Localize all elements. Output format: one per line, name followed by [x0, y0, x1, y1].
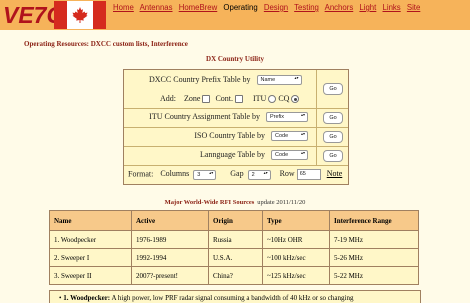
- site-header: VE7CA Home Antennas HomeBrew Operating D…: [0, 0, 470, 30]
- itu-radio[interactable]: [268, 95, 277, 104]
- nav-link-light[interactable]: Light: [359, 3, 376, 12]
- nav-link-site[interactable]: Site: [407, 3, 420, 12]
- main-nav: Home Antennas HomeBrew Operating Design …: [113, 3, 424, 12]
- zone-label: Zone: [184, 94, 201, 103]
- rfi-section-title: Major World-Wide RFI Sources update 2011/…: [0, 199, 470, 206]
- table-row: 2. Sweeper I 1992-1994 U.S.A. ~100 kHz/s…: [49, 248, 419, 267]
- cell-active: 2007?-present!: [131, 266, 209, 285]
- itu-sort-select[interactable]: Prefix: [266, 112, 308, 123]
- cell-origin: China?: [208, 266, 263, 285]
- nav-link-antennas[interactable]: Antennas: [140, 3, 173, 12]
- cell-range: 7-19 MHz: [329, 230, 419, 249]
- dx-country-utility-form: DXCC Country Prefix Table by Name Add: Z…: [123, 69, 349, 185]
- canada-flag-image: [54, 1, 106, 29]
- nav-link-home[interactable]: Home: [113, 3, 134, 12]
- cq-radio[interactable]: [291, 95, 300, 104]
- row-label: Row: [279, 169, 295, 179]
- nav-link-homebrew[interactable]: HomeBrew: [179, 3, 218, 12]
- language-table-label: Lannguage Table by: [199, 150, 265, 159]
- columns-label: Columns: [160, 169, 190, 179]
- nav-link-testing[interactable]: Testing: [294, 3, 319, 12]
- prefix-go-button[interactable]: Go: [323, 83, 343, 95]
- zone-checkbox[interactable]: [202, 95, 211, 104]
- nav-link-design[interactable]: Design: [264, 3, 288, 12]
- language-table-row: Lannguage Table by Code Go: [124, 146, 348, 166]
- cell-type: ~10Hz OHR: [262, 230, 330, 249]
- itu-table-label: ITU Country Assignment Table by: [149, 112, 260, 121]
- prefix-table-label: DXCC Country Prefix Table by: [149, 75, 251, 84]
- cq-label: CQ: [278, 94, 290, 103]
- cell-active: 1976-1989: [131, 230, 209, 249]
- column-header-active: Active: [131, 210, 209, 231]
- iso-table-row: ISO Country Table by Code Go: [124, 127, 348, 147]
- iso-sort-select[interactable]: Code: [271, 131, 308, 142]
- cell-range: 5-26 MHz: [329, 248, 419, 267]
- iso-table-label: ISO Country Table by: [194, 131, 265, 140]
- cell-origin: U.S.A.: [208, 248, 263, 267]
- language-sort-select[interactable]: Code: [271, 150, 308, 161]
- rfi-update-date: update 2011/11/20: [257, 199, 306, 206]
- cell-range: 5-22 MHz: [329, 266, 419, 285]
- nav-link-anchors[interactable]: Anchors: [325, 3, 354, 12]
- cell-name: 1. Woodpecker: [49, 230, 132, 249]
- maple-leaf-icon: [72, 7, 88, 23]
- column-header-range: Interference Range: [329, 210, 419, 231]
- table-row: 1. Woodpecker 1976-1989 Russia ~10Hz OHR…: [49, 230, 419, 249]
- utility-title: DX Country Utility: [206, 55, 264, 63]
- cell-name: 3. Sweeper II: [49, 266, 132, 285]
- note-link[interactable]: Note: [327, 169, 343, 178]
- row-input[interactable]: 65: [296, 169, 321, 180]
- cont-checkbox[interactable]: [235, 95, 243, 104]
- iso-go-button[interactable]: Go: [323, 131, 343, 143]
- format-row: Format: Columns 3 Gap 2 Row 65 Note: [124, 165, 348, 184]
- itu-label: ITU: [253, 94, 267, 103]
- format-label: Format:: [128, 169, 154, 179]
- cell-origin: Russia: [208, 230, 263, 249]
- rfi-sources-table: Name Active Origin Type Interference Ran…: [49, 210, 419, 285]
- column-header-name: Name: [49, 210, 132, 231]
- cell-type: ~100 kHz/sec: [262, 248, 330, 267]
- itu-table-row: ITU Country Assignment Table by Prefix G…: [124, 108, 348, 128]
- column-header-origin: Origin: [208, 210, 263, 231]
- itu-go-button[interactable]: Go: [323, 112, 343, 124]
- rfi-title-text: Major World-Wide RFI Sources: [164, 199, 255, 206]
- prefix-sort-select[interactable]: Name: [256, 75, 302, 86]
- cell-type: ~125 kHz/sec: [262, 266, 330, 285]
- columns-select[interactable]: 3: [193, 169, 217, 180]
- table-row: 3. Sweeper II 2007?-present! China? ~125…: [49, 266, 419, 285]
- cont-label: Cont.: [215, 94, 233, 103]
- prefix-table-row: DXCC Country Prefix Table by Name Add: Z…: [124, 70, 348, 109]
- nav-link-links[interactable]: Links: [383, 3, 401, 12]
- column-header-type: Type: [262, 210, 330, 231]
- language-go-button[interactable]: Go: [323, 150, 343, 162]
- cell-active: 1992-1994: [131, 248, 209, 267]
- nav-link-operating: Operating: [223, 3, 258, 12]
- table-header-row: Name Active Origin Type Interference Ran…: [49, 210, 419, 231]
- gap-label: Gap: [230, 169, 244, 179]
- gap-select[interactable]: 2: [247, 169, 271, 180]
- cell-name: 2. Sweeper I: [49, 248, 132, 267]
- woodpecker-description: • 1. Woodpecker: A high power, low PRF r…: [49, 290, 421, 303]
- resources-title: Operating Resources: DXCC custom lists, …: [24, 40, 188, 48]
- add-label: Add:: [160, 94, 176, 103]
